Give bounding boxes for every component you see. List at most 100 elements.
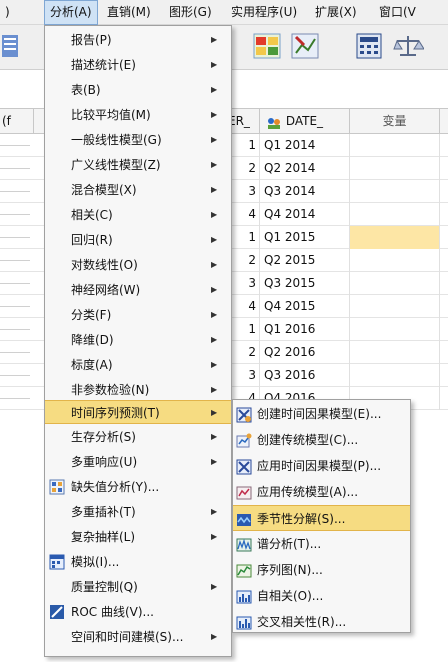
menu-item-neural-networks[interactable]: 神经网络(W) ▶ (45, 278, 231, 302)
menu-item-dimension-reduction[interactable]: 降维(D) ▶ (45, 328, 231, 352)
menu-item-roc-curve[interactable]: ROC 曲线(V)... (45, 600, 231, 624)
menu-item-missing-value-analysis[interactable]: 缺失值分析(Y)... (45, 475, 231, 499)
column-header-date[interactable]: DATE_ (260, 109, 350, 134)
cell-date[interactable]: Q2 2014 (260, 157, 350, 180)
submenu-item-autocorrelations[interactable]: 自相关(O)... (233, 583, 410, 609)
menu-direct-marketing[interactable]: 直销(M) (102, 0, 156, 25)
menu-item-survival[interactable]: 生存分析(S) ▶ (45, 425, 231, 449)
row-divider (0, 214, 30, 215)
string-variable-icon (266, 114, 282, 129)
submenu-item-sequence-chart[interactable]: 序列图(N)... (233, 557, 410, 583)
cell-date[interactable]: Q3 2015 (260, 272, 350, 295)
menu-item-label: 广义线性模型(Z) (71, 158, 161, 172)
cell-date[interactable]: Q2 2016 (260, 341, 350, 364)
menu-item-generalized-linear-models[interactable]: 广义线性模型(Z) ▶ (45, 153, 231, 177)
menu-item-mixed-models[interactable]: 混合模型(X) ▶ (45, 178, 231, 202)
row-divider (0, 168, 30, 169)
cell-var[interactable] (350, 341, 440, 364)
cell-var[interactable] (350, 272, 440, 295)
column-header-hidden[interactable]: (f (0, 109, 34, 134)
menu-item-label: 多重插补(T) (71, 505, 136, 519)
chart-picture-icon[interactable] (290, 31, 322, 63)
menu-item-descriptive-statistics[interactable]: 描述统计(E) ▶ (45, 53, 231, 77)
menu-item-label: 混合模型(X) (71, 183, 137, 197)
submenu-arrow-icon: ▶ (211, 85, 218, 94)
submenu-item-apply-traditional[interactable]: 应用传统模型(A)... (233, 479, 410, 505)
cell-date[interactable]: Q2 2015 (260, 249, 350, 272)
submenu-item-label: 交叉相关性(R)... (257, 615, 347, 629)
menu-item-label: 比较平均值(M) (71, 108, 151, 122)
menu-cut-off[interactable]: ) (0, 0, 15, 25)
menu-item-correlate[interactable]: 相关(C) ▶ (45, 203, 231, 227)
menu-item-forecasting[interactable]: 时间序列预测(T) ▶ (45, 400, 231, 424)
menu-item-simulation[interactable]: 模拟(I)... (45, 550, 231, 574)
cell-var[interactable] (350, 134, 440, 157)
cell-date[interactable]: Q1 2016 (260, 318, 350, 341)
cell-date[interactable]: Q4 2014 (260, 203, 350, 226)
spectral-analysis-icon (236, 536, 252, 552)
submenu-arrow-icon: ▶ (211, 632, 218, 641)
menu-item-label: 非参数检验(N) (71, 383, 150, 397)
submenu-item-label: 序列图(N)... (257, 563, 323, 577)
submenu-item-spectral-analysis[interactable]: 谱分析(T)... (233, 531, 410, 557)
menu-window[interactable]: 窗口(V (374, 0, 421, 25)
menu-item-complex-samples[interactable]: 复杂抽样(L) ▶ (45, 525, 231, 549)
submenu-arrow-icon: ▶ (211, 160, 218, 169)
menu-item-nonparametric-tests[interactable]: 非参数检验(N) ▶ (45, 378, 231, 402)
cell-var[interactable] (350, 180, 440, 203)
submenu-item-cross-correlations[interactable]: 交叉相关性(R)... (233, 609, 410, 635)
menu-item-scale[interactable]: 标度(A) ▶ (45, 353, 231, 377)
menu-utilities[interactable]: 实用程序(U) (226, 0, 302, 25)
menu-item-loglinear[interactable]: 对数线性(O) ▶ (45, 253, 231, 277)
submenu-item-label: 应用时间因果模型(P)... (257, 459, 382, 473)
submenu-arrow-icon: ▶ (211, 457, 218, 466)
submenu-item-create-temporal-causal[interactable]: 创建时间因果模型(E)... (233, 401, 410, 427)
create-traditional-icon (236, 432, 252, 448)
menu-analyze[interactable]: 分析(A) (44, 0, 98, 25)
weight-cases-icon[interactable] (392, 31, 425, 63)
row-divider (0, 260, 30, 261)
menu-graphs[interactable]: 图形(G) (164, 0, 217, 25)
submenu-arrow-icon: ▶ (211, 285, 218, 294)
menu-item-classify[interactable]: 分类(F) ▶ (45, 303, 231, 327)
submenu-item-apply-temporal-causal[interactable]: 应用时间因果模型(P)... (233, 453, 410, 479)
select-cases-icon[interactable] (252, 31, 284, 63)
menu-item-reports[interactable]: 报告(P) ▶ (45, 28, 231, 52)
cell-var[interactable] (350, 203, 440, 226)
menu-item-spatial-temporal[interactable]: 空间和时间建模(S)... ▶ (45, 625, 231, 649)
cell-date[interactable]: Q1 2015 (260, 226, 350, 249)
cell-var[interactable] (350, 364, 440, 387)
menu-item-tables[interactable]: 表(B) ▶ (45, 78, 231, 102)
cell-var[interactable] (350, 157, 440, 180)
submenu-arrow-icon: ▶ (211, 110, 218, 119)
submenu-item-create-traditional[interactable]: 创建传统模型(C)... (233, 427, 410, 453)
submenu-item-seasonal-decomposition[interactable]: 季节性分解(S)... (233, 505, 410, 531)
cell-date[interactable]: Q3 2014 (260, 180, 350, 203)
cell-date[interactable]: Q1 2014 (260, 134, 350, 157)
cell-var[interactable] (350, 249, 440, 272)
submenu-arrow-icon: ▶ (211, 507, 218, 516)
menu-item-compare-means[interactable]: 比较平均值(M) ▶ (45, 103, 231, 127)
cell-date[interactable]: Q3 2016 (260, 364, 350, 387)
menu-item-label: 表(B) (71, 83, 101, 97)
menu-item-regression[interactable]: 回归(R) ▶ (45, 228, 231, 252)
column-header-var[interactable]: 变量 (350, 109, 440, 134)
menu-extensions[interactable]: 扩展(X) (310, 0, 362, 25)
seasonal-decomposition-icon (236, 511, 252, 527)
menu-item-multiple-imputation[interactable]: 多重插补(T) ▶ (45, 500, 231, 524)
submenu-arrow-icon: ▶ (211, 432, 218, 441)
edit-data-icon[interactable] (0, 31, 32, 63)
submenu-item-label: 自相关(O)... (257, 589, 324, 603)
cell-var[interactable] (350, 318, 440, 341)
submenu-arrow-icon: ▶ (211, 260, 218, 269)
calculator-icon[interactable] (354, 31, 386, 63)
cell-var[interactable] (350, 295, 440, 318)
menu-item-multiple-response[interactable]: 多重响应(U) ▶ (45, 450, 231, 474)
cell-var-selected[interactable] (350, 226, 440, 249)
menu-item-quality-control[interactable]: 质量控制(Q) ▶ (45, 575, 231, 599)
cell-date[interactable]: Q4 2015 (260, 295, 350, 318)
menu-item-general-linear-model[interactable]: 一般线性模型(G) ▶ (45, 128, 231, 152)
menu-item-label: 相关(C) (71, 208, 113, 222)
autocorrelation-icon (236, 588, 252, 604)
submenu-arrow-icon: ▶ (211, 310, 218, 319)
